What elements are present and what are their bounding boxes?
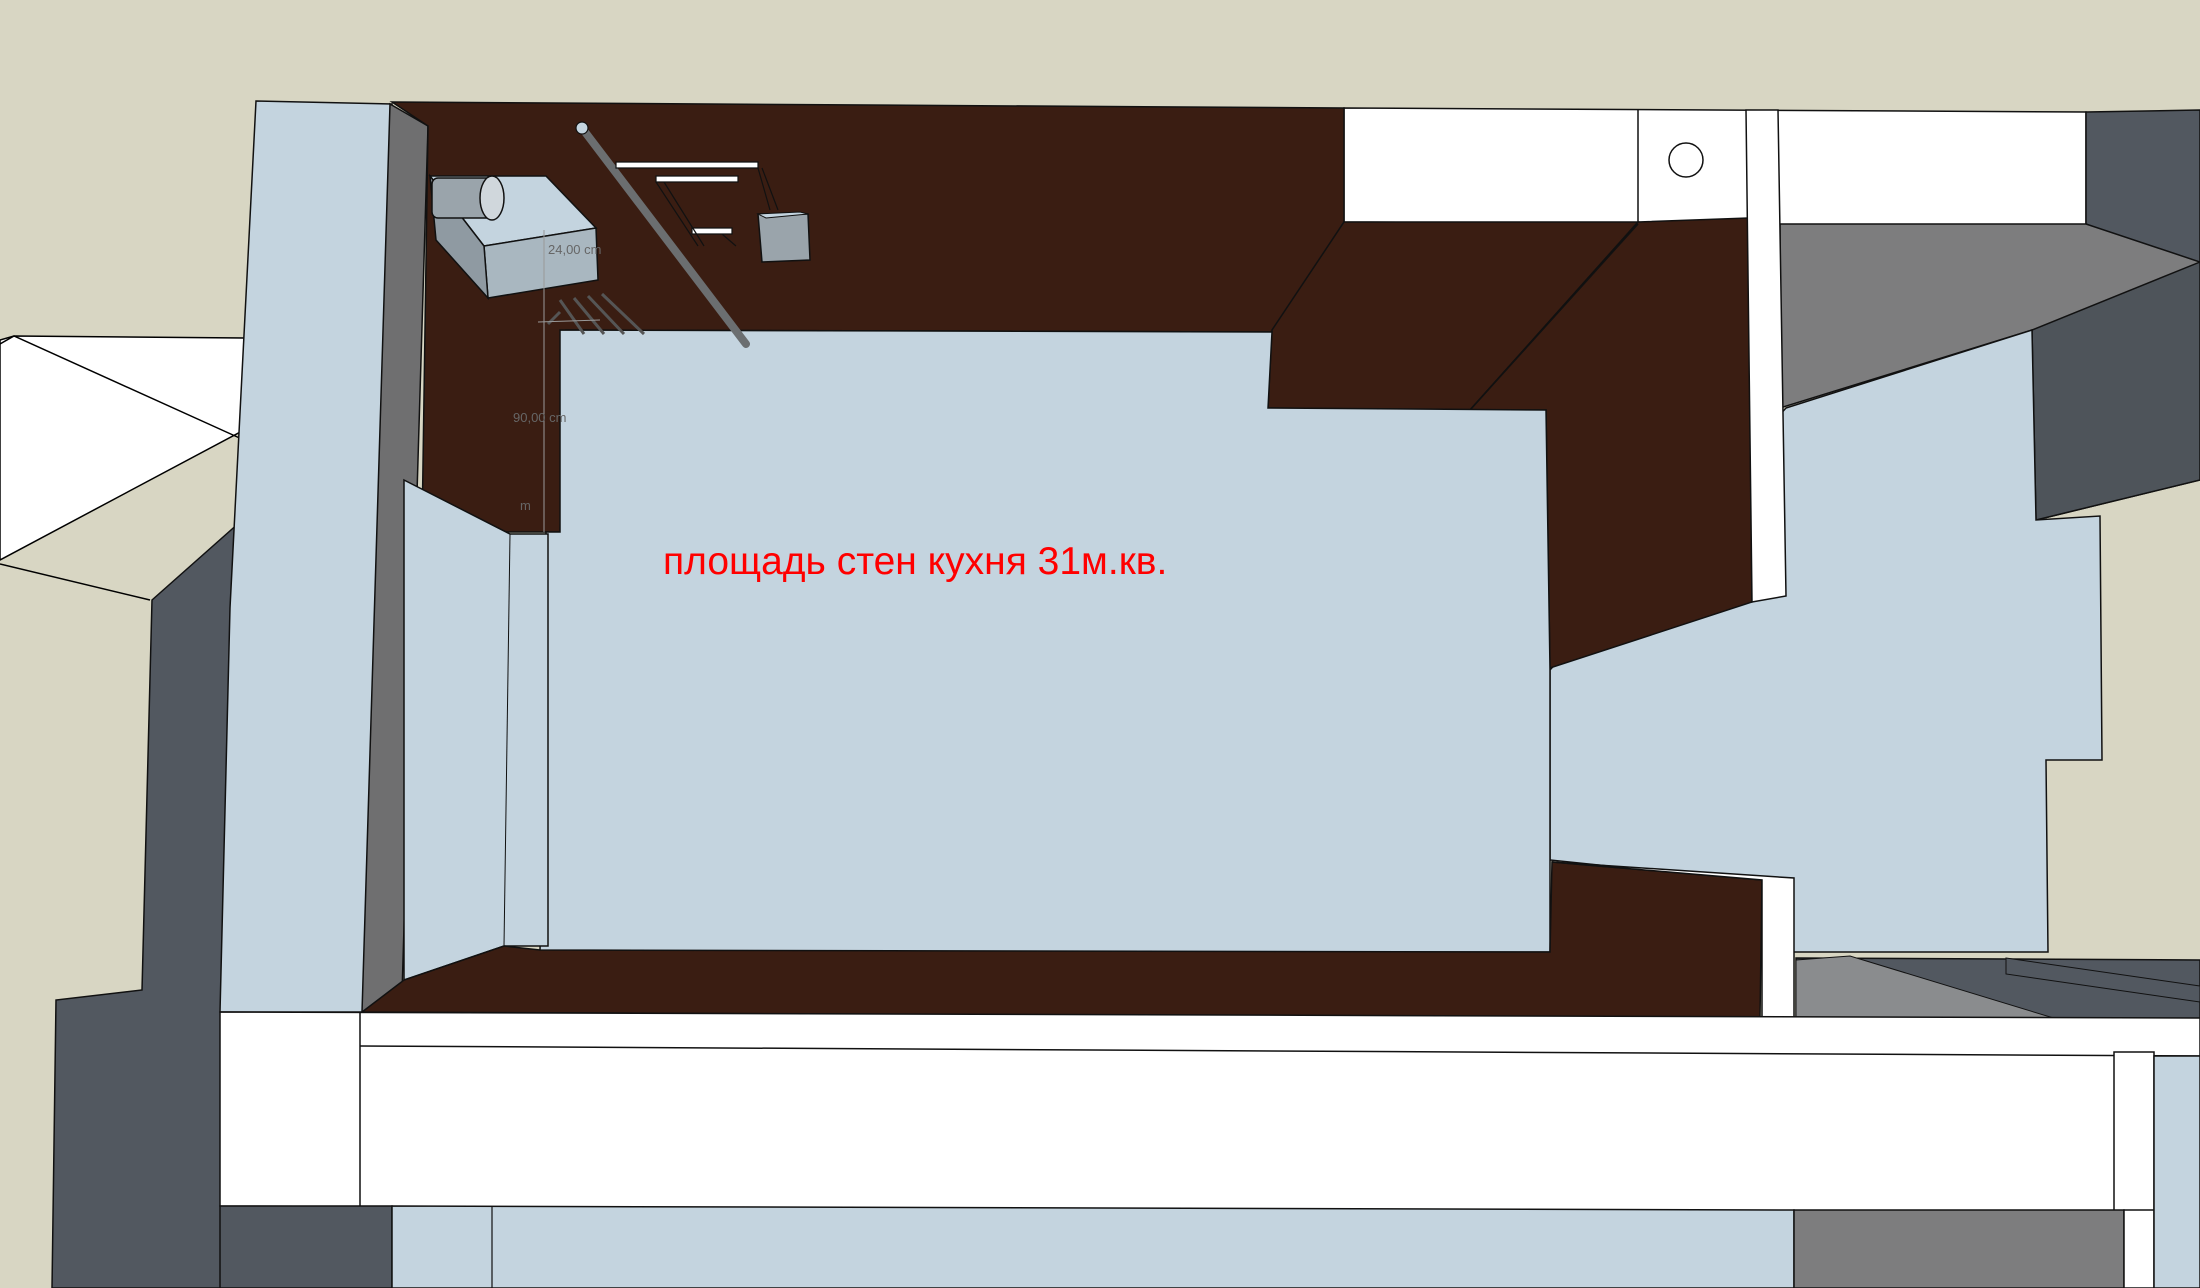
duct-opening-icon (479, 175, 505, 221)
terrain-line-lower (0, 563, 151, 601)
wall-area-caption: площадь стен кухня 31м.кв. (663, 540, 1168, 583)
3d-scene[interactable] (0, 0, 2200, 1288)
upper-block-top (1343, 107, 2087, 227)
dimension-label-partial: m (520, 498, 531, 513)
floor-area (539, 329, 1551, 953)
white-beam (219, 1011, 2200, 1213)
beam-right-column (2113, 1051, 2155, 1213)
ground-left (0, 335, 245, 561)
lower-right-gray (1793, 1209, 2125, 1288)
lower-right-white (2123, 1209, 2155, 1288)
left-inner-wall (403, 478, 549, 982)
pipe-end-icon (575, 121, 589, 135)
lower-right-pale (2153, 1055, 2200, 1288)
dimension-label-height: 24,00 cm (548, 242, 602, 257)
modeling-viewport[interactable]: площадь стен кухня 31м.кв. 24,00 cm 90,0… (0, 0, 2200, 1288)
lower-left-dark (219, 1205, 393, 1288)
lower-pale (391, 1205, 1795, 1288)
outer-wall-left (51, 520, 241, 1288)
dimension-label-width: 90,00 cm (513, 410, 567, 425)
socket-box (757, 213, 811, 263)
round-opening (1668, 142, 1704, 178)
